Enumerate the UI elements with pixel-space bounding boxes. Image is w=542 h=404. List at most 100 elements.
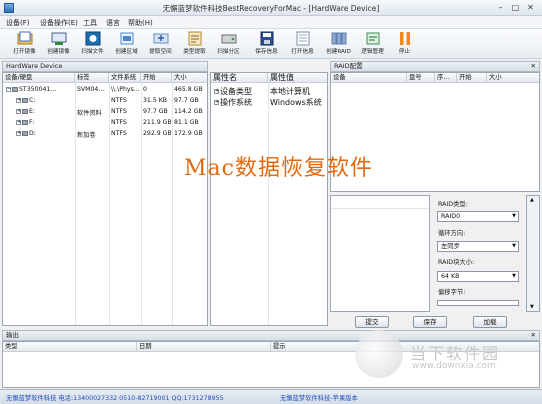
watermark-url: www.downxia.com [412,361,496,371]
block-size-value: 64 KB [441,273,460,280]
close-panel-icon[interactable]: ✕ [531,62,536,71]
status-edition: 无懈蓝梦软件科技-苹果版本 [280,395,358,402]
extract-space-button[interactable]: 提取空间 [144,31,177,58]
save-info-button[interactable]: 保存信息 [250,31,283,58]
menu-device[interactable]: 设备(F) [6,18,30,28]
stop-icon [399,32,410,45]
col-property-name[interactable]: 属性名 [211,73,268,83]
col-raid-device[interactable]: 设备 [331,73,407,83]
scan-partition-icon [221,34,236,44]
raid-panel-title: RAID配置 [334,62,363,70]
status-contact: 无懈蓝梦软件科技 电话:13400027332 0510-82719001 QQ… [6,395,224,402]
scroll-down-icon[interactable]: ▼ [530,304,534,310]
create-raid-button[interactable]: 创建RAID [322,31,355,58]
column-divider [172,83,173,325]
offset-label: 偏移字节: [438,289,466,296]
offset-input[interactable] [437,300,519,306]
device-panel-title: HardWare Device [6,62,63,70]
expand-icon[interactable]: + [16,119,21,125]
partition-icon [22,108,28,114]
collapse-icon[interactable]: − [6,86,11,92]
partition-filesystem: NTFS [111,97,127,104]
partition-size: 114.2 GB [174,108,203,115]
scan-files-icon [85,31,100,46]
col-label[interactable]: 标签 [75,73,109,83]
partition-filesystem: NTFS [111,108,127,115]
col-size[interactable]: 大小 [172,73,207,83]
device-panel-header: HardWare Device [2,61,208,72]
properties-table[interactable]: 属性名 属性值 +设备类型 本地计算机 +操作系统 Windows系统 [210,72,328,326]
block-size-select[interactable]: 64 KB ▼ [437,271,519,282]
partition-label: 新加卷 [77,132,96,139]
partition-name: F: [29,119,35,126]
column-divider [141,83,142,325]
device-tree-table[interactable]: 设备/硬盘 标签 文件系统 开始 大小 − ST350041... SVM04..… [2,72,208,326]
logic-manage-label: 逻辑管理 [361,49,384,55]
menu-tools[interactable]: 工具 [83,18,97,28]
open-info-icon [296,31,309,46]
create-raid-label: 创建RAID [326,49,351,55]
type-extract-icon [188,31,201,46]
open-image-button[interactable]: 打开镜像 [8,31,41,58]
direction-value: 左同步 [441,243,460,250]
raid-type-select[interactable]: RAID0 ▼ [437,211,519,222]
scan-files-button[interactable]: 扫描文件 [76,31,109,58]
expand-icon[interactable]: + [214,89,219,94]
partition-filesystem: NTFS [111,119,127,126]
column-divider [109,83,110,325]
logic-manage-icon [366,32,379,45]
col-output-date[interactable]: 日期 [137,342,271,352]
col-device[interactable]: 设备/硬盘 [3,73,75,83]
expand-icon[interactable]: + [16,130,21,136]
type-extract-button[interactable]: 类型提取 [178,31,211,58]
col-raid-size[interactable]: 大小 [487,73,539,83]
close-button[interactable]: ✕ [524,2,537,13]
list-divider [331,208,429,209]
partition-icon [22,130,28,136]
create-region-button[interactable]: 创建区域 [110,31,143,58]
expand-icon[interactable]: + [16,108,21,114]
create-image-button[interactable]: 创建镜像 [42,31,75,58]
submit-button[interactable]: 提交 [355,316,389,328]
col-raid-start[interactable]: 开始 [457,73,487,83]
menu-language[interactable]: 语言 [106,18,120,28]
raid-disk-list[interactable] [330,195,430,312]
partition-size: 172.9 GB [174,130,203,137]
maximize-button[interactable]: □ [509,2,522,13]
expand-icon[interactable]: + [16,97,21,103]
device-size: 465.8 GB [174,86,203,93]
open-info-button[interactable]: 打开信息 [286,31,319,58]
device-filesystem: \\.\Phys... [111,86,140,93]
col-output-type[interactable]: 类型 [3,342,137,352]
type-extract-label: 类型提取 [183,49,206,55]
minimize-button[interactable]: – [494,2,507,13]
scan-partition-button[interactable]: 扫描分区 [212,31,245,58]
stop-button[interactable]: 停止 [388,31,421,58]
direction-select[interactable]: 左同步 ▼ [437,241,519,252]
window-title: 无懈蓝梦软件科技BestRecoveryForMac - [HardWare D… [162,4,380,13]
col-raid-disk-no[interactable]: 盘号 [407,73,435,83]
property-value: 本地计算机 [270,87,310,96]
menu-device-ops[interactable]: 设备操作(E) [40,18,78,28]
partition-filesystem: NTFS [111,130,127,137]
expand-icon[interactable]: + [214,100,219,105]
device-name: ST350041... [19,86,57,93]
save-button[interactable]: 保存 [413,316,447,328]
create-image-label: 创建镜像 [47,49,70,55]
scrollbar[interactable]: ▲ ▼ [526,195,540,312]
close-panel-icon[interactable]: ✕ [531,331,536,340]
col-start[interactable]: 开始 [141,73,172,83]
scroll-up-icon[interactable]: ▲ [530,197,534,203]
chevron-down-icon: ▼ [512,273,516,279]
device-label: SVM04... [77,86,105,93]
load-button[interactable]: 加载 [473,316,507,328]
col-property-value[interactable]: 属性值 [268,73,327,83]
logic-manage-button[interactable]: 逻辑管理 [356,31,389,58]
col-raid-order[interactable]: 序... [435,73,457,83]
output-panel-title: 输出 [6,331,19,339]
open-image-label: 打开镜像 [13,49,36,55]
stop-label: 停止 [398,49,411,55]
col-filesystem[interactable]: 文件系统 [109,73,141,83]
partition-icon [22,119,28,125]
menu-help[interactable]: 帮助(H) [128,18,153,28]
